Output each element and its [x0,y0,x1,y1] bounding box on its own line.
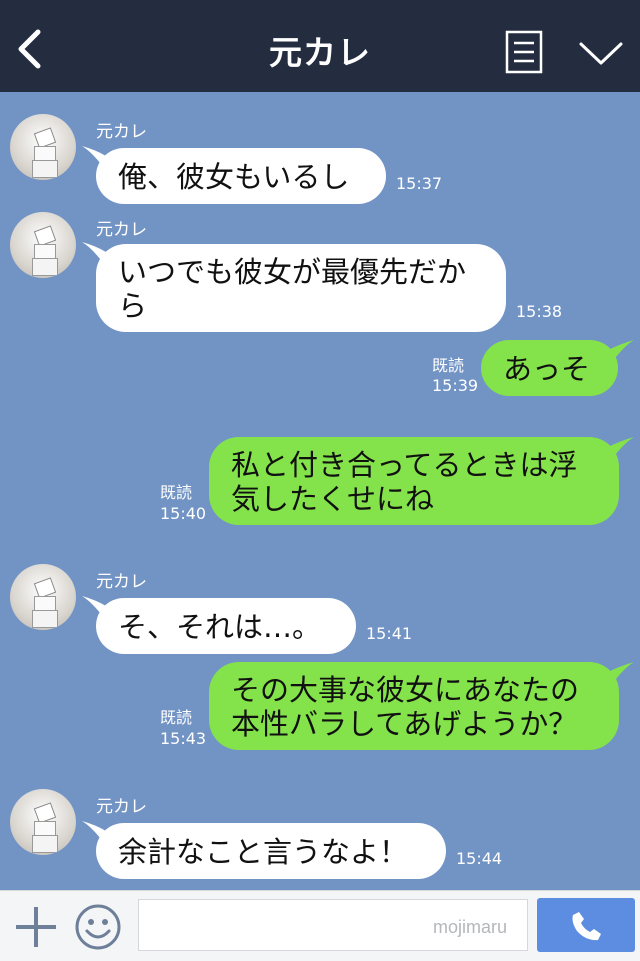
message-bubble[interactable]: あっそ [481,340,618,396]
message-bubble[interactable]: 余計なこと言うなよ！ [96,823,446,879]
input-bar: mojimaru [0,890,640,961]
plus-icon[interactable] [14,905,58,949]
message-time: 15:39 [432,376,479,395]
sender-name: 元カレ [96,122,147,142]
read-receipt: 既読 [432,356,465,375]
watermark: mojimaru [433,917,508,937]
chevron-down-icon[interactable] [578,38,624,68]
chat-title: 元カレ [269,33,371,72]
avatar[interactable] [10,789,76,855]
read-receipt: 既読 [160,708,193,727]
smiley-icon[interactable] [74,903,122,951]
message-time: 15:37 [396,174,443,193]
bubble-tail [608,662,634,684]
bubble-tail [608,340,634,362]
message-list[interactable]: 元カレ 俺、彼女もいるし 15:37 元カレ いつでも彼女が最優先だから 15:… [0,92,640,890]
message-bubble[interactable]: その大事な彼女にあなたの本性バラしてあげようか？ [209,662,619,750]
phone-icon [572,912,601,941]
message-time: 15:41 [366,624,413,643]
avatar[interactable] [10,114,76,180]
chat-header: 元カレ [0,0,640,92]
message-bubble[interactable]: いつでも彼女が最優先だから [96,244,506,332]
message-bubble[interactable]: 俺、彼女もいるし [96,148,386,204]
sender-name: 元カレ [96,220,147,240]
list-icon[interactable] [505,30,543,74]
avatar[interactable] [10,564,76,630]
message-bubble[interactable]: 私と付き合ってるときは浮気したくせにね [209,437,619,525]
bubble-tail [608,437,634,459]
avatar[interactable] [10,212,76,278]
sender-name: 元カレ [96,797,147,817]
read-receipt: 既読 [160,483,193,502]
message-time: 15:44 [456,849,503,868]
sender-name: 元カレ [96,572,147,592]
message-bubble[interactable]: そ、それは…。 [96,598,356,654]
call-button[interactable] [537,898,635,952]
message-time: 15:40 [160,504,207,523]
message-time: 15:38 [516,302,563,321]
message-time: 15:43 [160,729,207,748]
